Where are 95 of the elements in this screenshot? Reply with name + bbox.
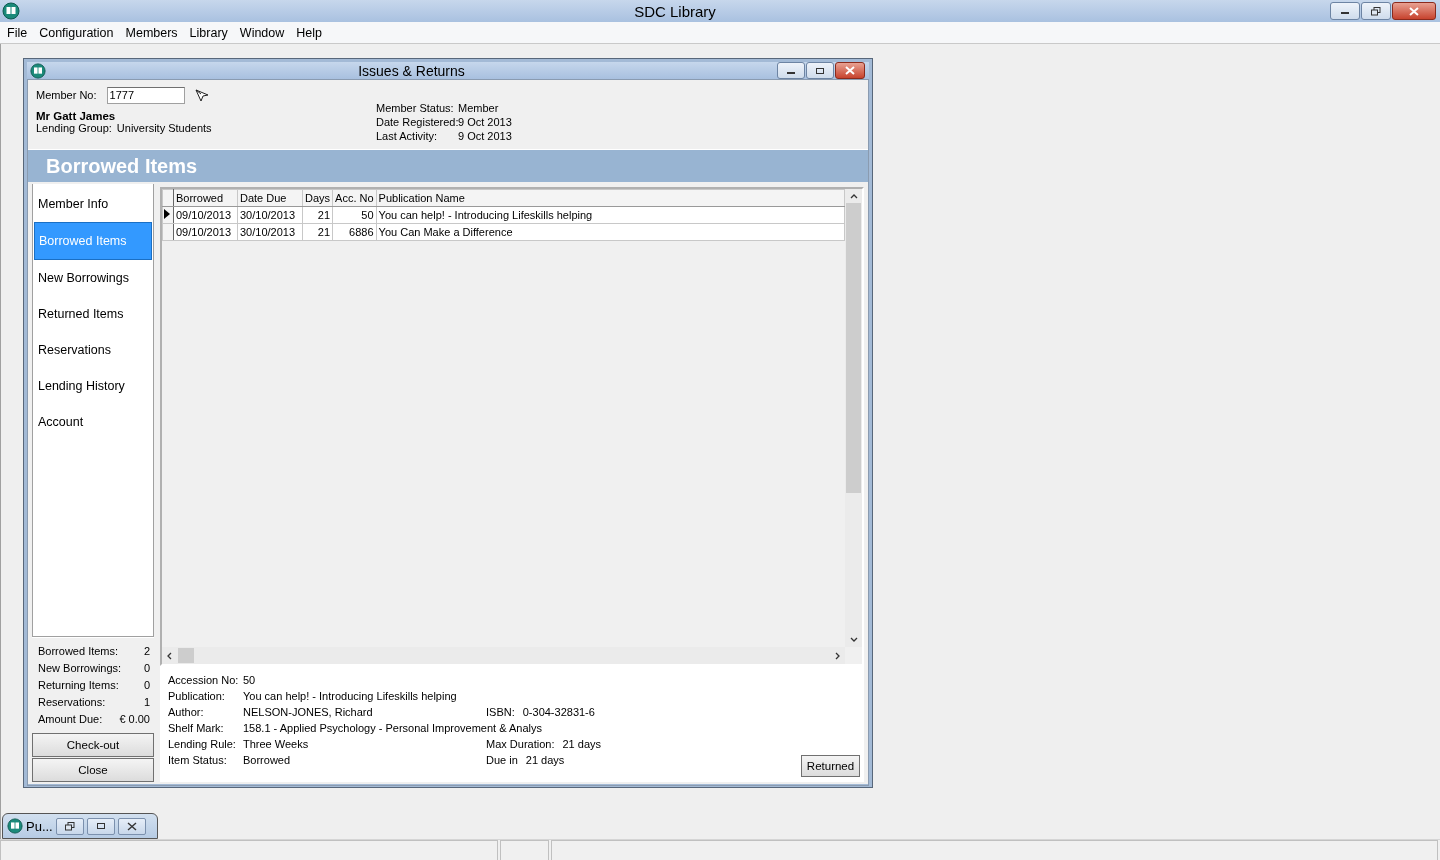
member-name: Mr Gatt James	[36, 110, 117, 122]
member-number-label: Member No:	[36, 89, 97, 101]
close-icon	[1409, 6, 1419, 16]
detail-value: 50	[243, 673, 257, 688]
minimized-window-title: Pu...	[26, 818, 53, 834]
column-header[interactable]: Date Due	[237, 189, 303, 207]
status-value: 9 Oct 2013	[458, 129, 512, 143]
row-indicator[interactable]	[162, 206, 174, 224]
detail-value: 21 days	[525, 753, 565, 768]
summary-value: 1	[143, 695, 150, 710]
section-title: Borrowed Items	[46, 154, 198, 178]
nav-item[interactable]: Account	[33, 404, 153, 440]
detail-value: 158.1 - Applied Psychology - Personal Improvement & Analys	[243, 721, 542, 736]
summary-value: 0	[143, 678, 150, 693]
scroll-left-icon[interactable]	[166, 651, 172, 660]
status-label: Date Registered:	[376, 115, 458, 129]
horizontal-scrollbar[interactable]	[162, 647, 845, 664]
app-title: SDC Library	[634, 2, 716, 20]
menu-item[interactable]: Configuration	[33, 25, 120, 40]
side-button[interactable]: Check-out	[32, 733, 154, 757]
menu-item[interactable]: Members	[119, 25, 184, 40]
detail-label: Shelf Mark:	[168, 721, 225, 736]
restore-icon	[64, 821, 75, 831]
detail-value: Three Weeks	[243, 737, 310, 752]
lending-group-label: Lending Group:	[36, 122, 112, 134]
detail-label: Lending Rule:	[168, 737, 237, 752]
side-button[interactable]: Close	[32, 758, 154, 782]
detail-value: 21 days	[562, 737, 601, 752]
detail-label: Max Duration:	[486, 737, 555, 752]
close-icon	[845, 66, 855, 75]
restore-button[interactable]	[1361, 2, 1391, 20]
minimize-button[interactable]	[777, 62, 805, 79]
detail-value: NELSON-JONES, Richard	[243, 705, 374, 720]
vertical-scrollbar[interactable]	[845, 189, 862, 647]
column-header[interactable]: Acc. No	[332, 189, 377, 207]
close-icon	[126, 821, 137, 831]
column-header[interactable]: Days	[302, 189, 333, 207]
detail-label: Publication:	[168, 689, 226, 704]
minimize-button[interactable]	[1330, 2, 1360, 20]
status-value: Member	[458, 101, 500, 115]
nav-item[interactable]: Member Info	[33, 186, 153, 222]
scroll-thumb[interactable]	[846, 203, 861, 493]
detail-label: Author:	[168, 705, 205, 720]
detail-label: ISBN:	[486, 705, 515, 720]
pointer-icon[interactable]	[194, 88, 209, 102]
summary-label: Borrowed Items:	[38, 644, 119, 659]
status-label: Last Activity:	[376, 129, 439, 143]
summary-value: 0	[143, 661, 150, 676]
menu-item[interactable]: Help	[290, 25, 328, 40]
detail-label: Item Status:	[168, 753, 228, 768]
detail-value: You can help! - Introducing Lifeskills helping	[243, 689, 458, 704]
detail-value: 0-304-32831-6	[522, 705, 595, 720]
close-button[interactable]	[117, 817, 146, 835]
minimized-window[interactable]: Pu...	[2, 813, 158, 839]
menu-item[interactable]: Library	[183, 25, 234, 40]
book-logo-icon	[2, 2, 20, 20]
maximize-icon	[815, 66, 825, 75]
member-number-field[interactable]: 1777	[106, 86, 185, 104]
window-title: Issues & Returns	[358, 62, 465, 79]
returned-button[interactable]: Returned	[801, 755, 860, 777]
summary-value: € 0.00	[119, 712, 150, 727]
menu-item[interactable]: File	[1, 25, 34, 40]
column-header[interactable]: Publication Name	[376, 189, 845, 207]
book-logo-icon	[30, 62, 46, 79]
restore-icon	[1371, 6, 1381, 16]
restore-button[interactable]	[55, 817, 84, 835]
scroll-up-icon[interactable]	[849, 193, 858, 199]
nav-item[interactable]: New Borrowings	[33, 260, 153, 296]
menu-item[interactable]: Window	[233, 25, 291, 40]
maximize-button[interactable]	[86, 817, 115, 835]
scroll-thumb[interactable]	[178, 648, 194, 663]
summary-label: Reservations:	[38, 695, 106, 710]
nav-item[interactable]: Lending History	[33, 368, 153, 404]
maximize-button[interactable]	[806, 62, 834, 79]
book-logo-icon	[7, 818, 23, 834]
summary-value: 2	[143, 644, 150, 659]
nav-item[interactable]: Reservations	[33, 332, 153, 368]
scroll-down-icon[interactable]	[849, 637, 858, 643]
status-label: Member Status:	[376, 101, 455, 115]
nav-item[interactable]: Returned Items	[33, 296, 153, 332]
detail-value: Borrowed	[243, 753, 292, 768]
current-row-icon	[164, 209, 170, 219]
summary-label: New Borrowings:	[38, 661, 122, 676]
close-button[interactable]	[1392, 2, 1436, 20]
lending-group-value: University Students	[116, 122, 212, 134]
status-value: 9 Oct 2013	[458, 115, 512, 129]
detail-label: Accession No:	[168, 673, 239, 688]
scroll-right-icon[interactable]	[835, 651, 841, 660]
column-header[interactable]: Borrowed	[173, 189, 238, 207]
maximize-icon	[95, 822, 106, 830]
close-button[interactable]	[835, 62, 865, 79]
status-bar-panel	[500, 840, 549, 860]
summary-label: Returning Items:	[38, 678, 119, 693]
summary-label: Amount Due:	[38, 712, 103, 727]
detail-label: Due in	[486, 753, 518, 768]
